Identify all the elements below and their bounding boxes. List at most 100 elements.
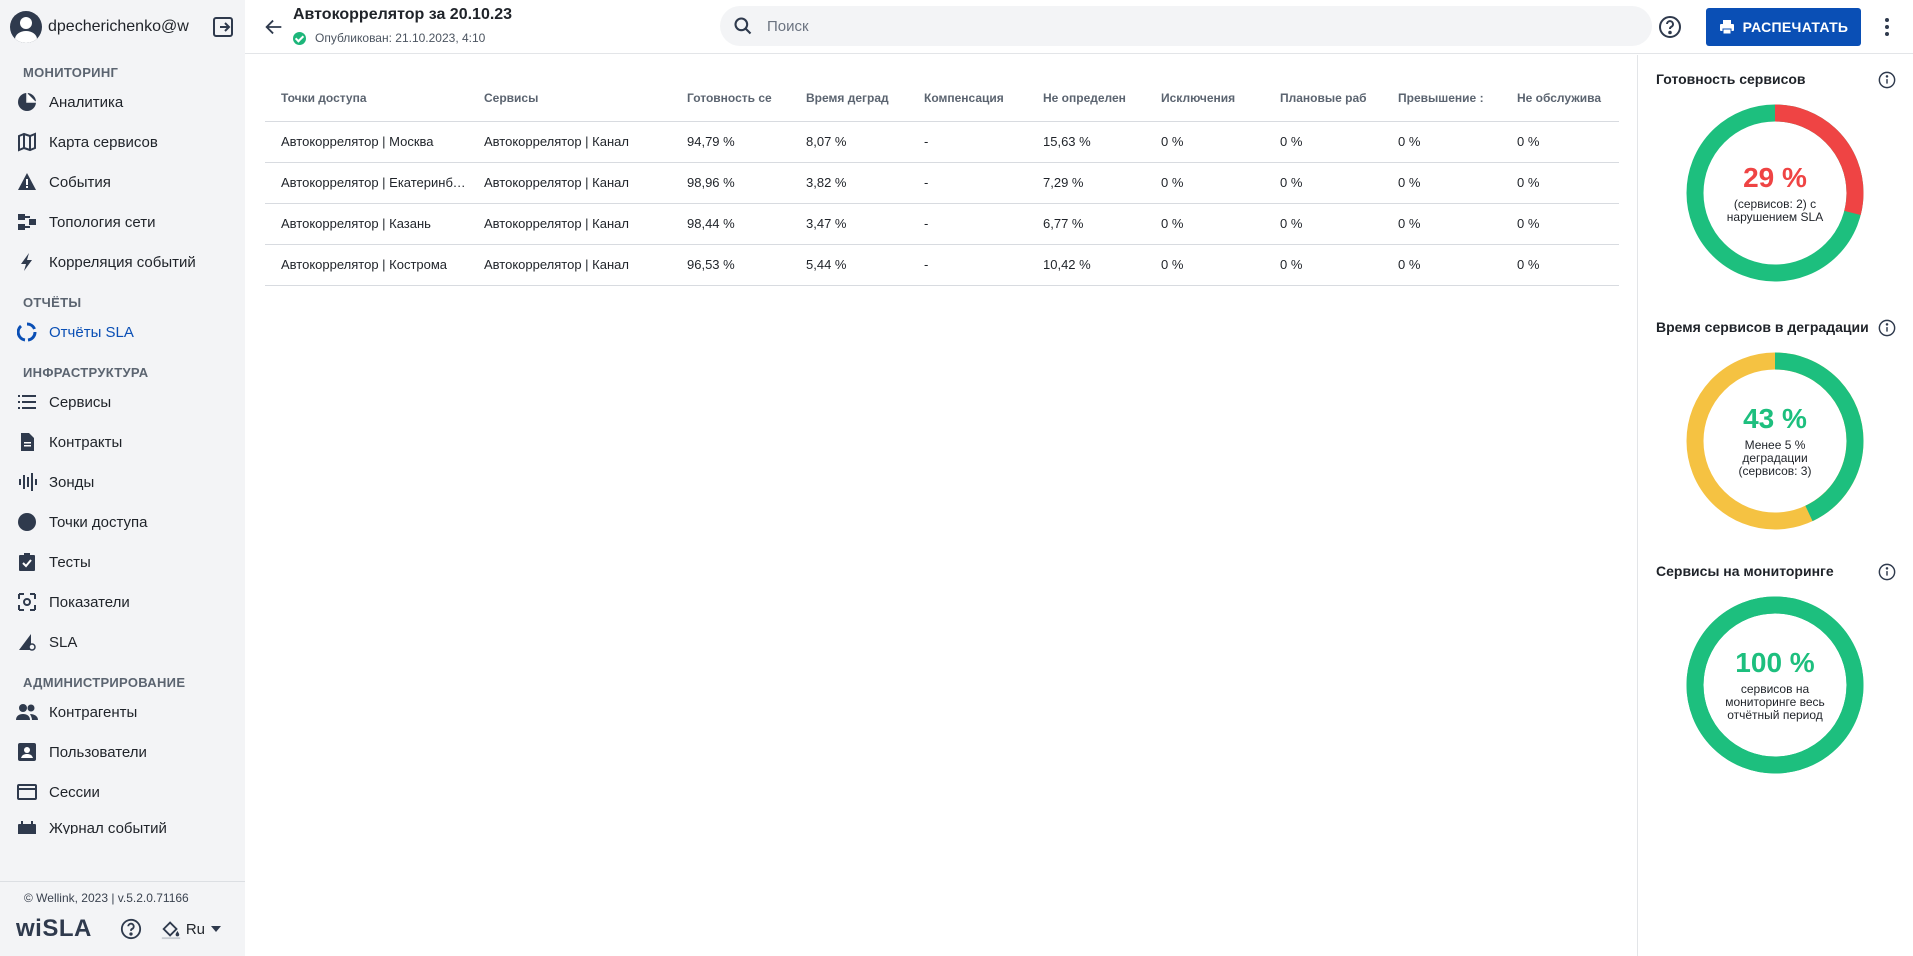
column-header[interactable]: Исключения xyxy=(1145,76,1264,122)
help-icon[interactable] xyxy=(1658,15,1682,39)
back-arrow-icon[interactable] xyxy=(263,16,285,38)
sidebar-item-label: Отчёты SLA xyxy=(49,323,134,341)
report-table: Точки доступа Сервисы Готовность се Врем… xyxy=(265,76,1619,286)
search-input[interactable] xyxy=(767,17,1587,35)
section-infrastructure: ИНФРАСТРУКТУРА xyxy=(23,364,149,380)
degradation-description: Менее 5 % деградации (сервисов: 3) xyxy=(1738,438,1812,478)
table-cell: - xyxy=(908,121,1027,163)
table-cell: 0 % xyxy=(1145,121,1264,163)
table-cell: 98,44 % xyxy=(671,203,790,245)
sidebar-item-label: Сервисы xyxy=(49,393,112,411)
topology-icon xyxy=(16,211,38,233)
printer-icon xyxy=(1719,20,1734,35)
table-cell: Автокоррелятор | Кострома xyxy=(265,244,468,286)
info-icon[interactable] xyxy=(1878,563,1896,581)
column-header[interactable]: Точки доступа xyxy=(265,76,468,122)
widget-degradation: Время сервисов в деградации 43 % Менее 5… xyxy=(1656,319,1896,549)
sidebar-item-sla-reports[interactable]: Отчёты SLA xyxy=(0,312,245,352)
column-header[interactable]: Не обслужива xyxy=(1501,76,1619,122)
table-cell: 98,96 % xyxy=(671,162,790,204)
table-cell: - xyxy=(908,162,1027,204)
language-select[interactable]: Ru xyxy=(186,921,222,938)
search-icon xyxy=(734,17,752,35)
sidebar-item-event-log[interactable]: Журнал событий xyxy=(0,812,245,834)
section-reports: ОТЧЁТЫ xyxy=(23,294,82,310)
clipboard-check-icon xyxy=(16,551,38,573)
sidebar-item-sla[interactable]: SLA xyxy=(0,622,245,662)
sidebar-item-label: Тесты xyxy=(49,553,91,571)
table-cell: 96,53 % xyxy=(671,244,790,286)
summary-panel: Готовность сервисов 29 % (сервисов: 2) с… xyxy=(1637,55,1913,956)
lightning-icon xyxy=(16,251,38,273)
sidebar-item-sessions[interactable]: Сессии xyxy=(0,772,245,812)
sidebar-item-label: Точки доступа xyxy=(49,513,148,531)
sidebar-item-tests[interactable]: Тесты xyxy=(0,542,245,582)
user-avatar-icon[interactable] xyxy=(10,11,42,43)
user-block[interactable]: dpecherichenko@w xyxy=(0,0,245,54)
sidebar-item-correlation[interactable]: Корреляция событий xyxy=(0,242,245,282)
monitoring-description: сервисов на мониторинге весь отчётный пе… xyxy=(1725,682,1825,722)
waveform-icon xyxy=(16,471,38,493)
info-icon[interactable] xyxy=(1878,71,1896,89)
table-row[interactable]: Автокоррелятор | Кострома Автокоррелятор… xyxy=(265,244,1619,286)
column-header[interactable]: Готовность се xyxy=(671,76,790,122)
sidebar-item-service-map[interactable]: Карта сервисов xyxy=(0,122,245,162)
sidebar-footer: © Wellink, 2023 | v.5.2.0.71166 wiSLA Ru xyxy=(0,881,245,956)
column-header[interactable]: Не определен xyxy=(1027,76,1145,122)
table-cell: 0 % xyxy=(1501,121,1619,163)
sidebar-item-label: SLA xyxy=(49,633,78,651)
sla-gauge-icon xyxy=(16,631,38,653)
table-row[interactable]: Автокоррелятор | Екатеринбург Автокоррел… xyxy=(265,162,1619,204)
table-cell: Автокоррелятор | Москва xyxy=(265,121,468,163)
widget-title: Готовность сервисов xyxy=(1656,71,1806,87)
check-circle-icon xyxy=(293,31,306,45)
table-cell: 0 % xyxy=(1382,244,1501,286)
indicators-icon xyxy=(16,591,38,613)
sidebar-item-users[interactable]: Пользователи xyxy=(0,732,245,772)
sidebar-item-label: Карта сервисов xyxy=(49,133,158,151)
table-cell: Автокоррелятор | Екатеринбург xyxy=(265,162,468,204)
document-icon xyxy=(16,431,38,453)
warning-icon xyxy=(16,171,38,193)
info-icon[interactable] xyxy=(1878,319,1896,337)
publish-status: Опубликован: 21.10.2023, 4:10 xyxy=(293,31,485,45)
column-header[interactable]: Превышение : xyxy=(1382,76,1501,122)
sidebar-item-counterparties[interactable]: Контрагенты xyxy=(0,692,245,732)
sidebar-item-indicators[interactable]: Показатели xyxy=(0,582,245,622)
table-cell: Автокоррелятор | Канал xyxy=(468,203,671,245)
table-row[interactable]: Автокоррелятор | Казань Автокоррелятор |… xyxy=(265,203,1619,245)
table-cell: 0 % xyxy=(1501,162,1619,204)
sidebar-item-services[interactable]: Сервисы xyxy=(0,382,245,422)
logout-icon[interactable] xyxy=(211,15,235,39)
sidebar-item-events[interactable]: События xyxy=(0,162,245,202)
column-header[interactable]: Компенсация xyxy=(908,76,1027,122)
widget-monitoring: Сервисы на мониторинге 100 % сервисов на… xyxy=(1656,563,1896,793)
sidebar-item-probes[interactable]: Зонды xyxy=(0,462,245,502)
column-header[interactable]: Сервисы xyxy=(468,76,671,122)
sidebar-item-access-points[interactable]: Точки доступа xyxy=(0,502,245,542)
search-bar[interactable] xyxy=(720,6,1652,46)
help-icon[interactable] xyxy=(120,918,142,940)
report-table-container: Точки доступа Сервисы Готовность се Врем… xyxy=(265,76,1619,286)
app: dpecherichenko@w МОНИТОРИНГ Аналитика Ка… xyxy=(0,0,1913,956)
column-header[interactable]: Плановые раб xyxy=(1264,76,1382,122)
header: Автокоррелятор за 20.10.23 Опубликован: … xyxy=(245,0,1913,54)
degradation-percent: 43 % xyxy=(1743,403,1807,434)
sidebar-item-label: Зонды xyxy=(49,473,95,491)
table-row[interactable]: Автокоррелятор | Москва Автокоррелятор |… xyxy=(265,121,1619,163)
print-button[interactable]: РАСПЕЧАТАТЬ xyxy=(1706,8,1861,46)
more-vertical-icon[interactable] xyxy=(1882,15,1892,39)
people-icon xyxy=(16,701,38,723)
table-cell: 3,47 % xyxy=(790,203,908,245)
username[interactable]: dpecherichenko@w xyxy=(48,18,198,36)
circle-icon xyxy=(16,511,38,533)
sidebar-item-topology[interactable]: Топология сети xyxy=(0,202,245,242)
sidebar-item-analytics[interactable]: Аналитика xyxy=(0,82,245,122)
column-header[interactable]: Время деград xyxy=(790,76,908,122)
paint-bucket-icon[interactable] xyxy=(160,918,182,940)
donut-chart-icon xyxy=(16,321,38,343)
sidebar-item-contracts[interactable]: Контракты xyxy=(0,422,245,462)
print-label: РАСПЕЧАТАТЬ xyxy=(1742,19,1849,35)
sidebar-item-label: Пользователи xyxy=(49,743,147,761)
table-cell: 0 % xyxy=(1382,121,1501,163)
